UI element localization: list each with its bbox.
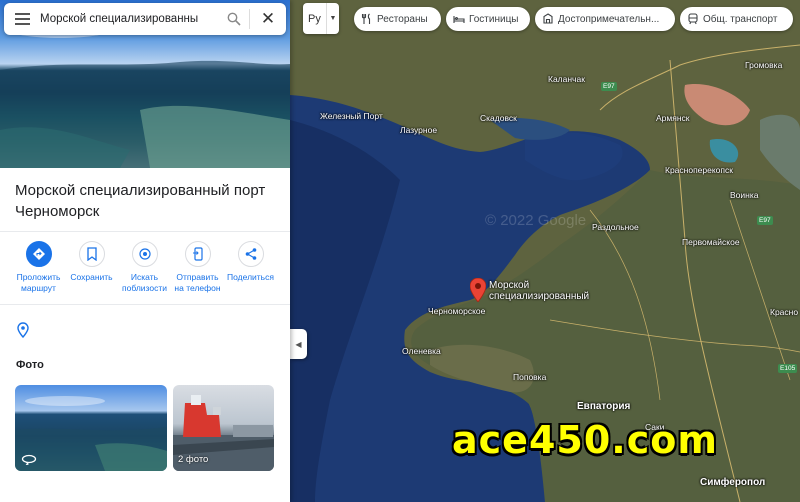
bookmark-icon <box>78 241 105 267</box>
map-label-voinka: Воинка <box>730 190 759 200</box>
divider <box>0 231 290 232</box>
action-bar: Проложить маршрут Сохранить Искать побли… <box>12 241 282 294</box>
search-input[interactable]: Морской специализированны <box>40 13 219 25</box>
map-language-value: Ру <box>303 3 327 34</box>
map-label-popovka: Поповка <box>513 372 547 382</box>
place-panel: Морской специализированны ✕ Морской спец… <box>0 0 290 502</box>
map-label-simferopol: Симферопол <box>700 477 766 488</box>
close-icon[interactable]: ✕ <box>250 9 286 29</box>
photo-count-label: 2 фото <box>178 454 209 465</box>
share-label: Поделиться <box>227 272 274 282</box>
map-label-olenevka: Оленевка <box>402 346 441 356</box>
hotel-icon <box>453 16 465 23</box>
menu-icon[interactable] <box>4 13 40 25</box>
directions-label: Проложить маршрут <box>16 272 61 293</box>
transit-icon <box>688 13 698 25</box>
map-label-kalanchak: Каланчак <box>548 74 585 84</box>
map-language-select[interactable]: Ру ▼ <box>303 3 339 34</box>
chip-restaurants[interactable]: Рестораны <box>354 7 441 31</box>
directions-icon <box>25 241 52 267</box>
road-badge-e105: E105 <box>778 364 798 373</box>
collapse-panel-button[interactable]: ◀ <box>290 329 307 359</box>
map-label-razdolnoe: Раздольное <box>592 222 639 232</box>
divider <box>0 304 290 305</box>
map-label-chernomorskoe: Черноморское <box>428 306 486 316</box>
phone-icon <box>184 241 211 267</box>
chip-attractions[interactable]: Достопримечательн... <box>535 7 675 31</box>
photos-heading: Фото <box>16 359 44 371</box>
send-to-phone-label: Отправить на телефон <box>174 272 221 293</box>
map-label-skadovsk: Скадовск <box>480 113 517 123</box>
map-label-lazurnoe: Лазурное <box>400 125 438 135</box>
road-badge-e97: E97 <box>601 82 617 91</box>
map-canvas[interactable]: © 2022 Google Железный Порт Лазурное Ска… <box>290 0 800 502</box>
road-badge-e97: E97 <box>757 216 773 225</box>
map-label-gromovka: Громовка <box>745 60 783 70</box>
chip-label: Гостиницы <box>469 13 519 25</box>
watermark-text: ace450.com <box>452 418 718 462</box>
save-label: Сохранить <box>70 272 113 282</box>
search-icon[interactable] <box>219 12 249 26</box>
chip-hotels[interactable]: Гостиницы <box>446 7 530 31</box>
photo-thumbnail[interactable]: 2 фото <box>173 385 274 471</box>
chip-label: Общ. транспорт <box>703 13 778 25</box>
attraction-icon <box>543 13 553 24</box>
directions-button[interactable]: Проложить маршрут <box>12 241 65 294</box>
map-label-armyansk: Армянск <box>656 113 690 123</box>
chip-label: Достопримечательн... <box>558 13 660 25</box>
location-pin-icon[interactable] <box>470 278 486 302</box>
place-title: Морской специализированный порт Черномор… <box>15 182 266 220</box>
chevron-left-icon: ◀ <box>295 339 302 349</box>
chevron-down-icon: ▼ <box>329 15 337 22</box>
map-label-evpatoria: Евпатория <box>577 401 631 412</box>
360-view-icon <box>21 454 37 465</box>
nearby-icon <box>131 241 158 267</box>
restaurant-icon <box>361 13 371 24</box>
share-button[interactable]: Поделиться <box>224 241 277 294</box>
map-label-krasno: Красно <box>770 307 799 317</box>
map-label-krasnoperekopsk: Красноперекопск <box>665 165 733 175</box>
location-icon <box>17 322 29 338</box>
search-bar[interactable]: Морской специализированны ✕ <box>4 3 286 35</box>
chip-label: Рестораны <box>377 13 428 25</box>
photo-texture <box>15 396 167 471</box>
map-copyright: © 2022 Google <box>485 212 587 229</box>
pin-label[interactable]: Морской специализированный <box>489 280 609 302</box>
map-label-zheleznyi-port: Железный Порт <box>320 111 383 121</box>
share-icon <box>237 241 264 267</box>
chip-transit[interactable]: Общ. транспорт <box>680 7 793 31</box>
nearby-label: Искать поблизости <box>122 272 167 293</box>
photo-thumbnail-360[interactable] <box>15 385 167 471</box>
save-button[interactable]: Сохранить <box>65 241 118 294</box>
send-to-phone-button[interactable]: Отправить на телефон <box>171 241 224 294</box>
nearby-button[interactable]: Искать поблизости <box>118 241 171 294</box>
map-label-pervomaiskoe: Первомайское <box>682 237 740 247</box>
